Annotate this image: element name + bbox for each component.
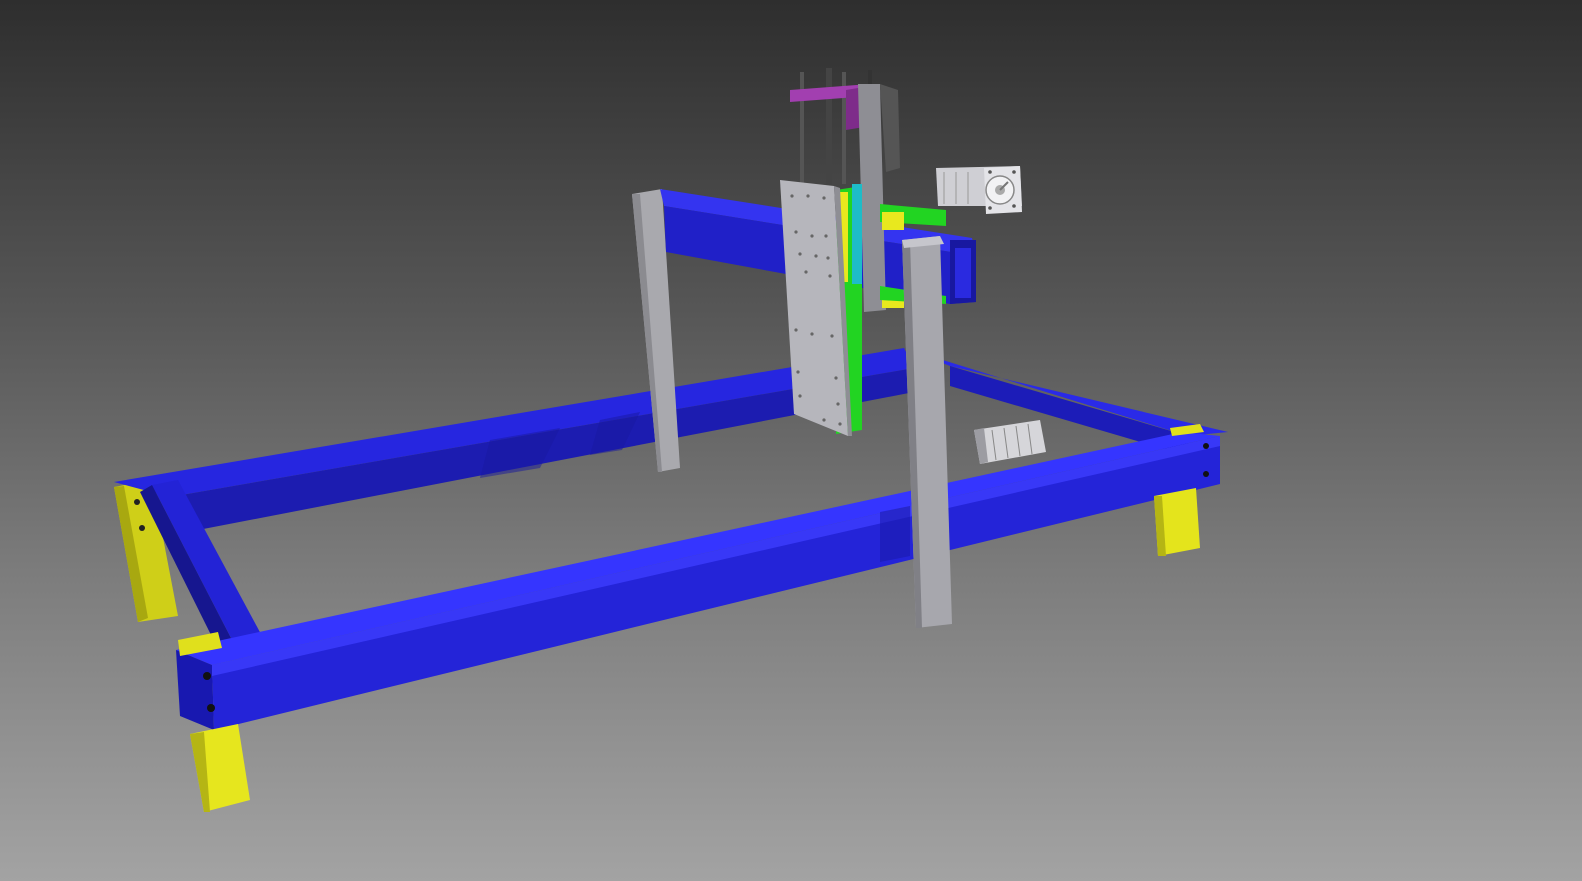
gantry-motor (936, 166, 1022, 214)
3d-viewport[interactable] (0, 0, 1582, 881)
y-axis-motor (974, 420, 1046, 464)
cnc-router-model[interactable] (0, 0, 1582, 881)
